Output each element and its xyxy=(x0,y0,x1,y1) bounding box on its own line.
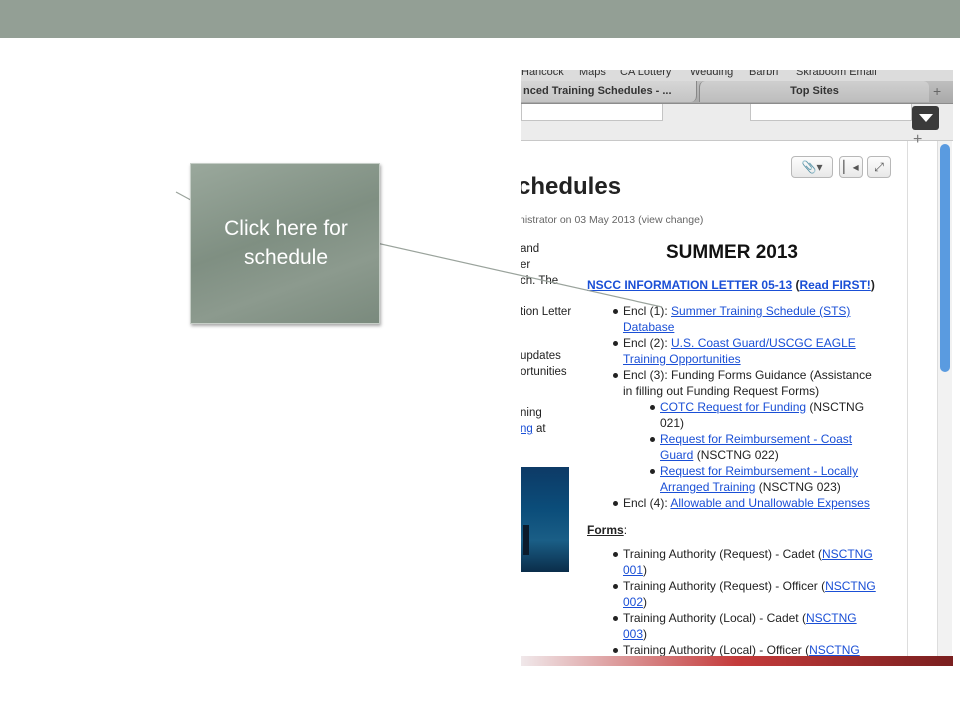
callout-text: Click here for schedule xyxy=(191,214,381,272)
callout-line: Click here for xyxy=(224,217,348,240)
callout-line: schedule xyxy=(243,246,329,269)
callout-leader-lines xyxy=(175,191,663,308)
callout-box: Click here for schedule xyxy=(190,163,380,324)
